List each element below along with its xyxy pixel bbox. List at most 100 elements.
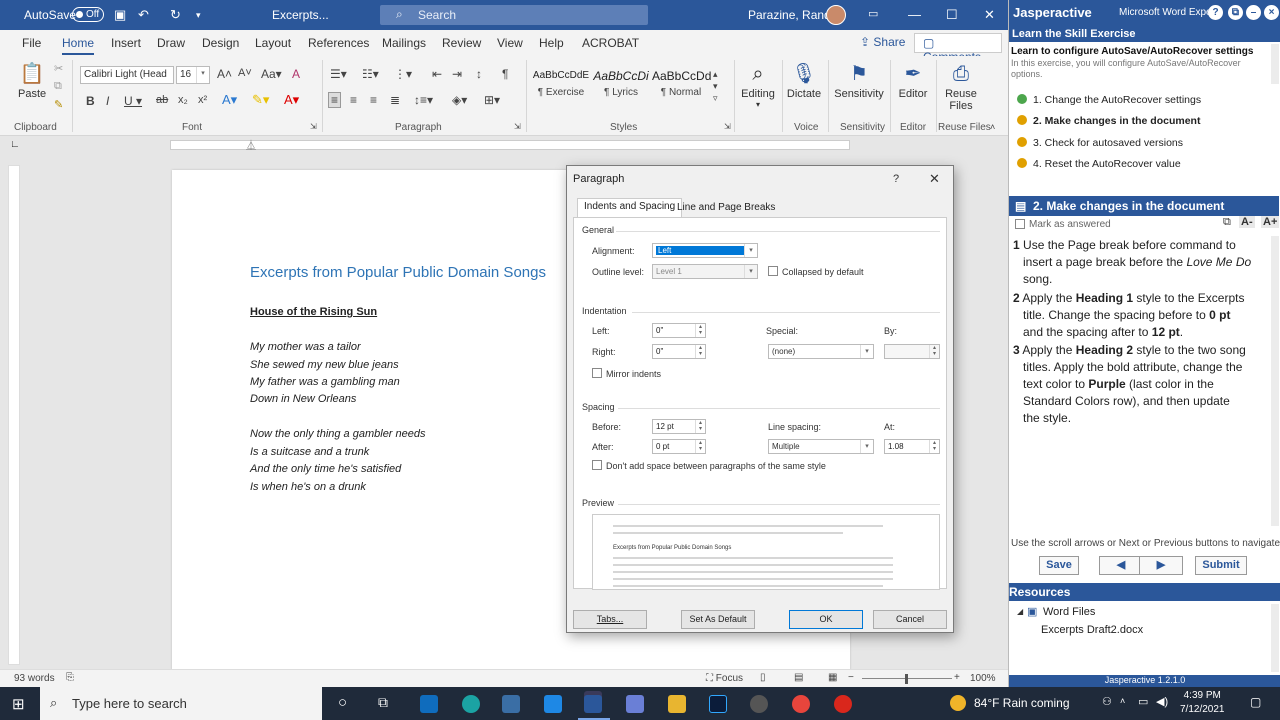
comments-button[interactable]: ▢ Comments xyxy=(914,33,1002,64)
chrome-icon[interactable] xyxy=(792,695,810,713)
underline-icon[interactable]: U ▾ xyxy=(124,94,142,108)
autosave-toggle[interactable]: Off xyxy=(72,7,104,22)
mail-icon[interactable] xyxy=(544,695,562,713)
translate-icon[interactable]: ⧉ xyxy=(1223,216,1231,229)
spin-arrows-icon[interactable]: ▴ ▾ xyxy=(929,440,939,453)
scrollbar-top[interactable] xyxy=(1271,196,1279,216)
web-layout-icon[interactable]: ▦ xyxy=(828,672,837,683)
line-spacing-select[interactable]: Multiple ▾ xyxy=(768,439,874,454)
tabs-button[interactable]: Tabs... xyxy=(573,610,647,629)
lyric-line[interactable]: My mother was a tailor xyxy=(250,341,361,353)
jasperactive-icon[interactable] xyxy=(834,695,852,713)
user-name[interactable]: Parazine, Randy xyxy=(748,8,837,22)
mark-answered-checkbox[interactable] xyxy=(1015,219,1025,229)
collapse-ribbon-icon[interactable]: ˄ xyxy=(990,122,995,132)
tray-overflow-icon[interactable]: ˄ xyxy=(1120,696,1125,706)
section-link[interactable]: Learn the Skill Exercise xyxy=(1009,26,1280,42)
photoshop-icon[interactable] xyxy=(709,695,727,713)
indent-marker-icon[interactable]: ⏅ xyxy=(246,137,256,152)
by-field[interactable]: ▴ ▾ xyxy=(884,344,940,359)
increase-text-icon[interactable]: A+ xyxy=(1261,216,1280,228)
align-left-icon[interactable]: ≡ xyxy=(328,92,342,108)
line-spacing-icon[interactable]: ↕≡▾ xyxy=(414,93,433,107)
task-view-icon[interactable]: ⧉ xyxy=(378,694,388,711)
tab-design[interactable]: Design xyxy=(202,36,239,50)
spacing-after-field[interactable]: 0 pt ▴ ▾ xyxy=(652,439,706,454)
app-icon[interactable] xyxy=(750,695,768,713)
help-icon[interactable]: ? xyxy=(1208,5,1223,20)
shading-icon[interactable]: ◈▾ xyxy=(452,93,467,107)
lyric-line[interactable]: Is when he's on a drunk xyxy=(250,481,366,493)
cut-icon[interactable]: ✂ xyxy=(54,62,63,75)
spin-arrows-icon[interactable]: ▴ ▾ xyxy=(695,324,705,337)
collapsed-checkbox[interactable] xyxy=(768,266,778,276)
zoom-out-icon[interactable]: − xyxy=(848,672,854,683)
sensitivity-button[interactable]: ⚑ Sensitivity xyxy=(834,60,884,100)
spin-arrows-icon[interactable]: ▴ ▾ xyxy=(695,345,705,358)
tab-draw[interactable]: Draw xyxy=(157,36,185,50)
close-icon[interactable]: ✕ xyxy=(929,171,940,187)
battery-icon[interactable]: ▭ xyxy=(1138,695,1148,708)
tab-view[interactable]: View xyxy=(497,36,523,50)
help-button[interactable]: ? xyxy=(893,173,899,185)
tab-help[interactable]: Help xyxy=(539,36,564,50)
editing-button[interactable]: ⌕ Editing ▾ xyxy=(740,60,776,109)
justify-icon[interactable]: ≣ xyxy=(390,93,400,107)
snip-icon[interactable] xyxy=(626,695,644,713)
print-layout-icon[interactable]: ▤ xyxy=(794,672,803,683)
set-as-default-button[interactable]: Set As Default xyxy=(681,610,755,629)
tab-home[interactable]: Home xyxy=(62,36,94,50)
numbering-icon[interactable]: ☷▾ xyxy=(362,67,379,81)
lyric-line[interactable]: Now the only thing a gambler needs xyxy=(250,428,426,440)
windows-start-icon[interactable]: ⊞ xyxy=(12,695,25,713)
share-button[interactable]: ⇪ Share xyxy=(852,33,913,53)
lyric-line[interactable]: And the only time he's satisfied xyxy=(250,463,401,475)
font-size-box[interactable]: 16 ▾ xyxy=(176,66,210,84)
grow-font-icon[interactable]: A˄ xyxy=(217,67,232,81)
tab-selector-icon[interactable]: ∟ xyxy=(10,139,20,150)
spin-arrows-icon[interactable]: ▴ ▾ xyxy=(695,420,705,433)
superscript-icon[interactable]: x² xyxy=(198,94,207,106)
font-name-box[interactable]: Calibri Light (Head xyxy=(80,66,174,84)
word-icon[interactable] xyxy=(584,695,602,713)
submit-button[interactable]: Submit xyxy=(1195,556,1247,575)
scrollbar[interactable] xyxy=(1271,44,1279,84)
align-right-icon[interactable]: ≡ xyxy=(370,93,377,107)
tab-layout[interactable]: Layout xyxy=(255,36,291,50)
document-title[interactable]: Excerpts from Popular Public Domain Song… xyxy=(250,264,546,281)
increase-indent-icon[interactable]: ⇥ xyxy=(452,67,462,81)
song-title[interactable]: House of the Rising Sun xyxy=(250,306,377,318)
lyric-line[interactable]: My father was a gambling man xyxy=(250,376,400,388)
people-icon[interactable]: ⚇ xyxy=(1102,695,1112,708)
step-item[interactable]: 1. Change the AutoRecover settings xyxy=(1017,94,1201,106)
spacing-before-field[interactable]: 12 pt ▴ ▾ xyxy=(652,419,706,434)
volume-icon[interactable]: ◀) xyxy=(1156,695,1168,708)
dictate-button[interactable]: 🎙 Dictate xyxy=(786,60,822,100)
strikethrough-icon[interactable]: ab xyxy=(156,94,168,106)
align-center-icon[interactable]: ≡ xyxy=(350,93,357,107)
mirror-indents-checkbox[interactable] xyxy=(592,368,602,378)
text-effects-icon[interactable]: A▾ xyxy=(222,92,237,108)
left-indent-field[interactable]: 0" ▴ ▾ xyxy=(652,323,706,338)
style-lyrics[interactable]: AaBbCcDi ¶ Lyrics xyxy=(592,66,650,106)
dont-add-space-checkbox[interactable] xyxy=(592,460,602,470)
outline-level-select[interactable]: Level 1 ▾ xyxy=(652,264,758,279)
tab-file[interactable]: File xyxy=(22,36,41,50)
cancel-button[interactable]: Cancel xyxy=(873,610,947,629)
save-icon[interactable]: ▣ xyxy=(114,7,126,23)
reuse-files-button[interactable]: ⎙ Reuse Files xyxy=(942,60,980,112)
read-mode-icon[interactable]: ▯ xyxy=(760,672,766,683)
decrease-indent-icon[interactable]: ⇤ xyxy=(432,67,442,81)
decrease-text-icon[interactable]: A- xyxy=(1239,216,1255,228)
zoom-in-icon[interactable]: + xyxy=(954,672,960,683)
dialog-launcher-icon[interactable]: ⇲ xyxy=(724,122,731,131)
zoom-level[interactable]: 100% xyxy=(970,673,996,684)
paste-button[interactable]: 📋 Paste xyxy=(18,60,46,100)
alignment-select[interactable]: Left ▾ xyxy=(652,243,758,258)
clear-formatting-icon[interactable]: A xyxy=(292,67,300,81)
style-exercise[interactable]: AaBbCcDdE ¶ Exercise xyxy=(532,66,590,106)
style-normal[interactable]: AaBbCcDd ¶ Normal xyxy=(652,66,711,106)
lyric-line[interactable]: Down in New Orleans xyxy=(250,393,356,405)
spin-arrows-icon[interactable]: ▴ ▾ xyxy=(929,345,939,358)
document-name[interactable]: Excerpts... xyxy=(272,8,329,22)
